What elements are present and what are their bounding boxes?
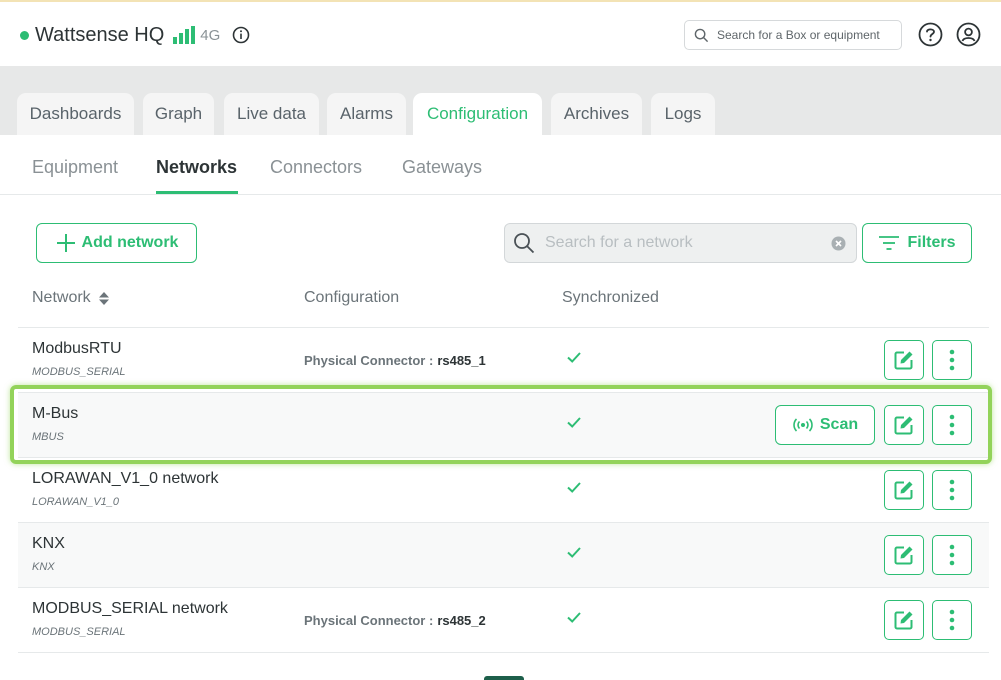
plus-icon: [56, 234, 75, 252]
global-search-input[interactable]: [717, 28, 897, 42]
edit-button[interactable]: [884, 535, 924, 575]
network-type: MBUS: [32, 431, 64, 443]
column-header-network[interactable]: Network: [32, 289, 110, 307]
network-search[interactable]: [504, 223, 857, 263]
site-title: Wattsense HQ 4G: [20, 20, 250, 50]
scan-button[interactable]: Scan: [775, 405, 875, 445]
subtab-connectors[interactable]: Connectors: [270, 157, 362, 178]
table-row[interactable]: LORAWAN_V1_0 network LORAWAN_V1_0: [18, 458, 989, 523]
scan-label: Scan: [819, 416, 859, 433]
network-type: MODBUS_SERIAL: [32, 626, 126, 638]
pagination-current-page[interactable]: [484, 676, 524, 680]
config-value: rs485_2: [437, 613, 486, 628]
more-vertical-icon: [949, 479, 955, 501]
check-icon: [567, 482, 581, 493]
edit-icon: [894, 416, 913, 435]
network-name: LORAWAN_V1_0 network: [32, 470, 219, 487]
config-value: rs485_1: [437, 353, 486, 368]
config-key: Physical Connector :: [304, 613, 434, 628]
tab-configuration[interactable]: Configuration: [413, 93, 542, 135]
user-icon[interactable]: [956, 22, 981, 47]
table-row[interactable]: KNX KNX: [18, 523, 989, 588]
edit-icon: [894, 481, 913, 500]
edit-icon: [894, 351, 913, 370]
tab-logs[interactable]: Logs: [651, 93, 715, 135]
more-options-button[interactable]: [932, 470, 972, 510]
column-header-synchronized: Synchronized: [562, 289, 659, 306]
table-row[interactable]: ModbusRTU MODBUS_SERIAL Physical Connect…: [18, 328, 989, 393]
signal-bars-icon: [173, 26, 196, 44]
check-icon: [567, 547, 581, 558]
global-search[interactable]: [684, 20, 902, 50]
network-configuration: Physical Connector : rs485_2: [304, 613, 486, 628]
check-icon: [567, 352, 581, 363]
more-vertical-icon: [949, 544, 955, 566]
filters-button[interactable]: Filters: [862, 223, 972, 263]
network-type: KNX: [32, 561, 55, 573]
sub-tabs-bar: Equipment Networks Connectors Gateways: [0, 135, 1001, 195]
clear-icon[interactable]: [831, 236, 846, 251]
online-status-dot: [20, 30, 29, 40]
more-vertical-icon: [949, 414, 955, 436]
more-options-button[interactable]: [932, 535, 972, 575]
filters-label: Filters: [907, 234, 956, 251]
subtab-equipment[interactable]: Equipment: [32, 157, 118, 178]
check-icon: [567, 417, 581, 428]
active-subtab-indicator: [156, 191, 238, 194]
edit-button[interactable]: [884, 470, 924, 510]
search-icon: [514, 233, 535, 254]
edit-button[interactable]: [884, 600, 924, 640]
network-name: MODBUS_SERIAL network: [32, 600, 228, 617]
tab-dashboards[interactable]: Dashboards: [17, 93, 134, 135]
network-name: M-Bus: [32, 405, 79, 422]
network-type: MODBUS_SERIAL: [32, 366, 126, 378]
edit-icon: [894, 611, 913, 630]
more-options-button[interactable]: [932, 340, 972, 380]
tab-alarms[interactable]: Alarms: [327, 93, 406, 135]
edit-button[interactable]: [884, 405, 924, 445]
add-network-button[interactable]: Add network: [36, 223, 197, 263]
info-icon[interactable]: [232, 26, 250, 44]
more-vertical-icon: [949, 609, 955, 631]
edit-icon: [894, 546, 913, 565]
tab-archives[interactable]: Archives: [551, 93, 642, 135]
check-icon: [567, 612, 581, 623]
more-options-button[interactable]: [932, 405, 972, 445]
more-options-button[interactable]: [932, 600, 972, 640]
tab-graph[interactable]: Graph: [143, 93, 214, 135]
sort-icon[interactable]: [98, 291, 110, 306]
network-search-input[interactable]: [545, 234, 815, 252]
tab-live-data[interactable]: Live data: [224, 93, 319, 135]
column-header-configuration: Configuration: [304, 289, 400, 306]
add-network-label: Add network: [81, 234, 179, 251]
site-name: Wattsense HQ: [35, 23, 165, 46]
table-row[interactable]: MODBUS_SERIAL network MODBUS_SERIAL Phys…: [18, 588, 989, 653]
config-key: Physical Connector :: [304, 353, 434, 368]
network-name: ModbusRTU: [32, 340, 122, 357]
subtab-gateways[interactable]: Gateways: [402, 157, 482, 178]
network-type-label: 4G: [200, 26, 221, 44]
search-icon: [694, 28, 709, 42]
column-network-label: Network: [32, 289, 91, 306]
edit-button[interactable]: [884, 340, 924, 380]
top-bar: Wattsense HQ 4G: [0, 0, 1001, 66]
help-icon[interactable]: [918, 22, 943, 47]
main-tabs-bar: Dashboards Graph Live data Alarms Config…: [0, 66, 1001, 135]
filter-icon: [879, 236, 900, 250]
network-configuration: Physical Connector : rs485_1: [304, 353, 486, 368]
network-name: KNX: [32, 535, 65, 552]
network-type: LORAWAN_V1_0: [32, 496, 120, 508]
more-vertical-icon: [949, 349, 955, 371]
scan-icon: [793, 418, 813, 432]
subtab-networks[interactable]: Networks: [156, 157, 237, 178]
table-row[interactable]: M-Bus MBUS Scan: [18, 393, 989, 458]
